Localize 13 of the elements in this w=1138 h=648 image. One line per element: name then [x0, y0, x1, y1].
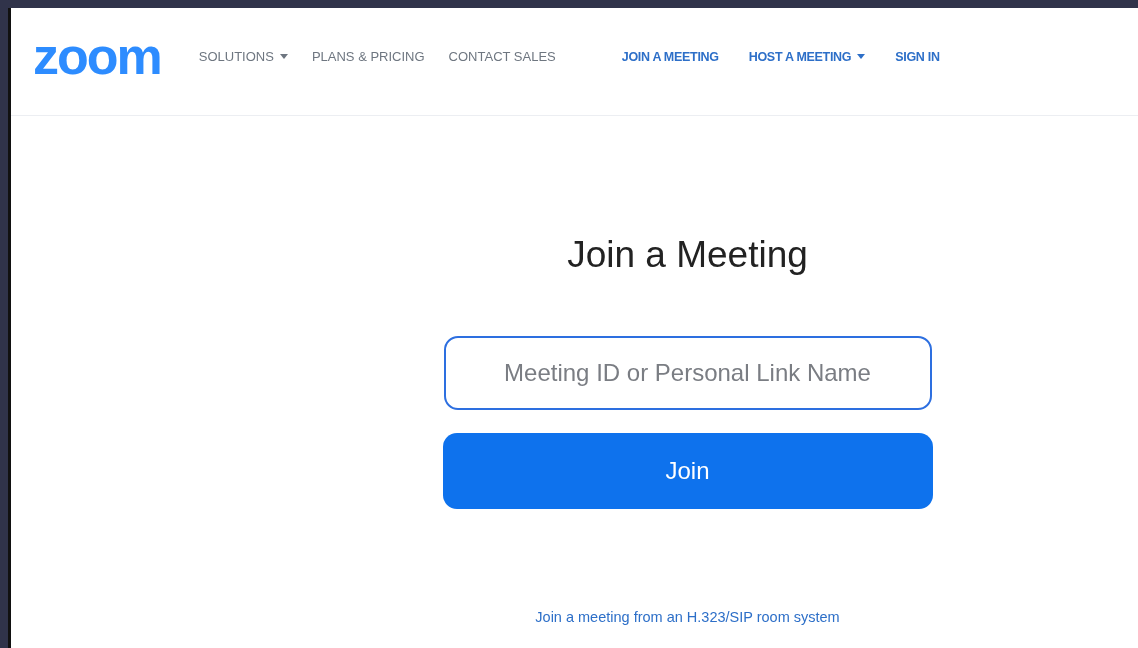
logo[interactable]: zoom	[33, 29, 161, 82]
meeting-id-field[interactable]: Meeting ID or Personal Link Name	[443, 336, 932, 410]
caret-icon	[279, 54, 288, 59]
nav-link[interactable]: SIGN IN	[895, 49, 940, 64]
nav-link[interactable]: SOLUTIONS	[198, 49, 288, 64]
nav-link[interactable]: PLANS & PRICING	[311, 49, 425, 64]
nav-link[interactable]: HOST A MEETING	[748, 49, 866, 64]
caret-icon	[857, 54, 866, 59]
join-button[interactable]: Join	[442, 433, 933, 509]
room-system-link[interactable]: Join a meeting from an H.323/SIP room system	[535, 609, 840, 625]
nav-link[interactable]: CONTACT SALES	[448, 49, 556, 64]
page-title: Join a Meeting	[567, 234, 808, 276]
nav-link[interactable]: JOIN A MEETING	[621, 49, 719, 64]
